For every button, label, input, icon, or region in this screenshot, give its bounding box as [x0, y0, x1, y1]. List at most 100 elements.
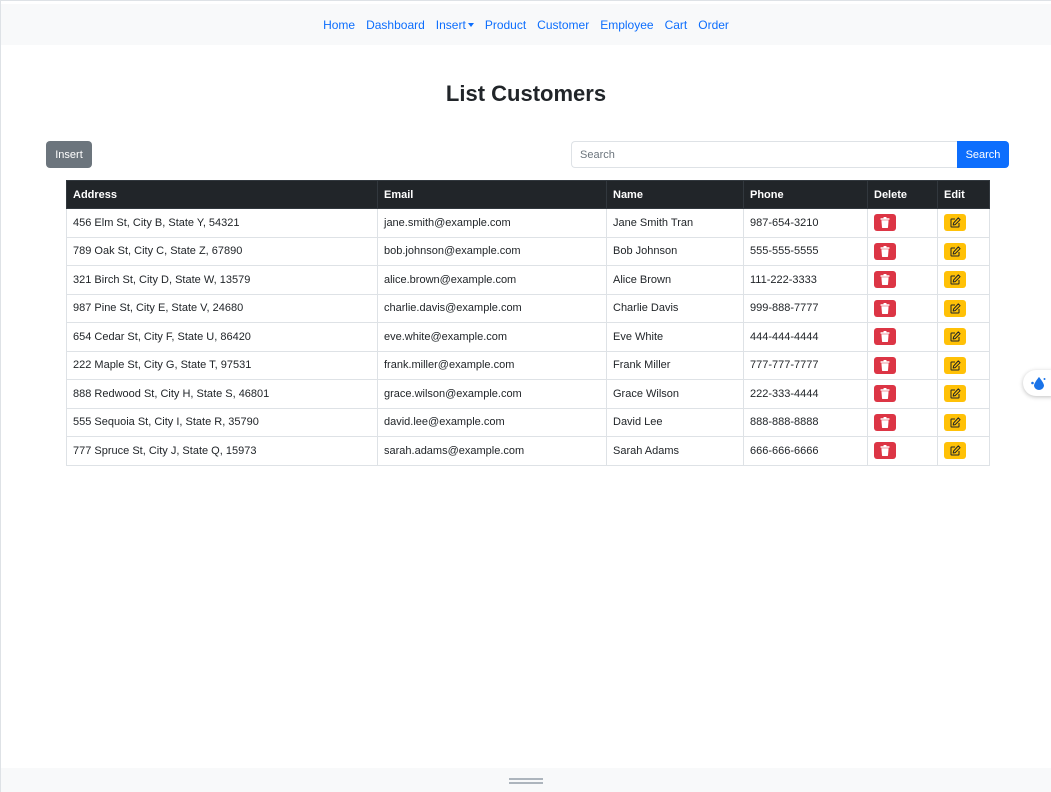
pencil-square-icon	[950, 217, 961, 228]
nav-cart[interactable]: Cart	[665, 18, 688, 32]
header-phone: Phone	[743, 180, 868, 209]
table-row: 222 Maple St, City G, State T, 97531 fra…	[66, 350, 990, 380]
edit-button[interactable]	[944, 356, 966, 374]
trash-icon	[880, 274, 890, 286]
table-body: 456 Elm St, City B, State Y, 54321 jane.…	[66, 208, 990, 466]
pencil-square-icon	[950, 388, 961, 399]
pencil-square-icon	[950, 274, 961, 285]
cell-delete	[867, 436, 938, 466]
cell-phone: 555-555-5555	[743, 236, 868, 266]
cell-delete	[867, 379, 938, 409]
cell-delete	[867, 293, 938, 323]
cell-delete	[867, 208, 938, 238]
cell-edit	[937, 293, 990, 323]
cell-edit	[937, 407, 990, 437]
table-row: 789 Oak St, City C, State Z, 67890 bob.j…	[66, 236, 990, 266]
header-name: Name	[606, 180, 744, 209]
cell-delete	[867, 322, 938, 352]
delete-button[interactable]	[874, 328, 896, 346]
page-title: List Customers	[445, 81, 607, 106]
cell-name: Jane Smith Tran	[606, 208, 744, 238]
delete-button[interactable]	[874, 242, 896, 260]
cell-edit	[937, 350, 990, 380]
nav-order[interactable]: Order	[698, 18, 729, 32]
cell-phone: 999-888-7777	[743, 293, 868, 323]
pencil-square-icon	[950, 360, 961, 371]
edit-button[interactable]	[944, 413, 966, 431]
trash-icon	[880, 416, 890, 428]
cell-email: bob.johnson@example.com	[377, 236, 607, 266]
table-row: 654 Cedar St, City F, State U, 86420 eve…	[66, 322, 990, 352]
edit-button[interactable]	[944, 442, 966, 460]
trash-icon	[880, 359, 890, 371]
search-input[interactable]	[571, 141, 957, 168]
cell-name: Charlie Davis	[606, 293, 744, 323]
search-group: Search	[571, 141, 1009, 168]
trash-icon	[880, 388, 890, 400]
trash-icon	[880, 445, 890, 457]
edit-button[interactable]	[944, 271, 966, 289]
edit-button[interactable]	[944, 242, 966, 260]
nav-insert-label: Insert	[435, 17, 466, 32]
delete-button[interactable]	[874, 214, 896, 232]
cell-phone: 888-888-8888	[743, 407, 868, 437]
delete-button[interactable]	[874, 271, 896, 289]
cell-address: 777 Spruce St, City J, State Q, 15973	[66, 436, 378, 466]
insert-button[interactable]: Insert	[46, 141, 92, 168]
cell-edit	[937, 265, 990, 295]
trash-icon	[880, 331, 890, 343]
cell-name: Sarah Adams	[606, 436, 744, 466]
cell-edit	[937, 208, 990, 238]
pencil-square-icon	[950, 445, 961, 456]
delete-button[interactable]	[874, 385, 896, 403]
caret-down-icon	[467, 22, 474, 27]
edit-button[interactable]	[944, 328, 966, 346]
cell-name: Frank Miller	[606, 350, 744, 380]
nav-insert-dropdown[interactable]: Insert	[436, 18, 474, 32]
cell-edit	[937, 379, 990, 409]
edit-button[interactable]	[944, 214, 966, 232]
cell-delete	[867, 407, 938, 437]
delete-button[interactable]	[874, 442, 896, 460]
cell-email: sarah.adams@example.com	[377, 436, 607, 466]
cell-name: Eve White	[606, 322, 744, 352]
nav-employee[interactable]: Employee	[600, 18, 653, 32]
cell-email: charlie.davis@example.com	[377, 293, 607, 323]
delete-button[interactable]	[874, 299, 896, 317]
table-row: 987 Pine St, City E, State V, 24680 char…	[66, 293, 990, 323]
cell-address: 987 Pine St, City E, State V, 24680	[66, 293, 378, 323]
cell-address: 321 Birch St, City D, State W, 13579	[66, 265, 378, 295]
water-drop-icon	[1031, 377, 1046, 390]
cell-delete	[867, 265, 938, 295]
table-row: 456 Elm St, City B, State Y, 54321 jane.…	[66, 208, 990, 238]
cell-email: jane.smith@example.com	[377, 208, 607, 238]
edit-button[interactable]	[944, 299, 966, 317]
table-row: 888 Redwood St, City H, State S, 46801 g…	[66, 379, 990, 409]
delete-button[interactable]	[874, 413, 896, 431]
pencil-square-icon	[950, 246, 961, 257]
top-navbar: Home Dashboard Insert Product Customer E…	[1, 4, 1051, 45]
cell-phone: 777-777-7777	[743, 350, 868, 380]
table-header-row: Address Email Name Phone Delete Edit	[66, 180, 990, 209]
cell-email: alice.brown@example.com	[377, 265, 607, 295]
cell-address: 789 Oak St, City C, State Z, 67890	[66, 236, 378, 266]
cell-email: eve.white@example.com	[377, 322, 607, 352]
nav-dashboard[interactable]: Dashboard	[366, 18, 425, 32]
table-row: 321 Birch St, City D, State W, 13579 ali…	[66, 265, 990, 295]
customers-table: Address Email Name Phone Delete Edit 456…	[66, 180, 990, 466]
cell-phone: 987-654-3210	[743, 208, 868, 238]
pencil-square-icon	[950, 417, 961, 428]
cell-phone: 666-666-6666	[743, 436, 868, 466]
floating-widget-button[interactable]	[1023, 370, 1051, 396]
cell-address: 222 Maple St, City G, State T, 97531	[66, 350, 378, 380]
delete-button[interactable]	[874, 356, 896, 374]
nav-home[interactable]: Home	[323, 18, 355, 32]
table-row: 555 Sequoia St, City I, State R, 35790 d…	[66, 407, 990, 437]
search-button[interactable]: Search	[957, 141, 1009, 168]
nav-customer[interactable]: Customer	[537, 18, 589, 32]
cell-address: 888 Redwood St, City H, State S, 46801	[66, 379, 378, 409]
nav-product[interactable]: Product	[485, 18, 526, 32]
edit-button[interactable]	[944, 385, 966, 403]
drag-handle[interactable]	[509, 777, 543, 784]
pencil-square-icon	[950, 331, 961, 342]
